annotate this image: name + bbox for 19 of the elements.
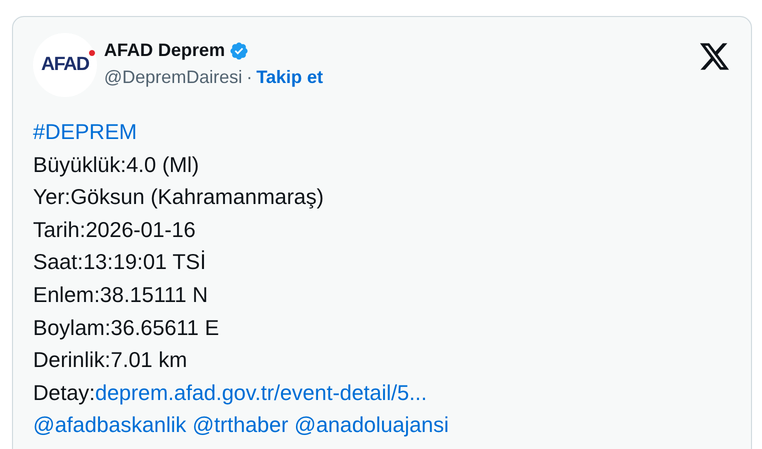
- tweet-text: Büyüklük:4.0 (Ml): [33, 152, 200, 177]
- separator: ·: [246, 67, 252, 88]
- x-logo-icon[interactable]: [700, 43, 729, 70]
- link[interactable]: @afadbaskanlik: [33, 413, 186, 438]
- tweet-text: Boylam:36.65611 E: [33, 316, 220, 340]
- tweet-text: Enlem:38.15111 N: [33, 282, 208, 307]
- tweet-text: Saat:13:19:01 TSİ: [33, 250, 206, 274]
- tweet-text: Tarih:2026-01-16: [33, 218, 196, 242]
- tweet-text: Derinlik:7.01 km: [33, 348, 188, 372]
- account-name[interactable]: AFAD Deprem: [104, 40, 226, 61]
- link[interactable]: deprem.afad.gov.tr/event-detail/5...: [95, 380, 427, 405]
- link[interactable]: @trthaber: [192, 413, 288, 438]
- link[interactable]: @anadoluajansi: [294, 413, 449, 438]
- tweet-text: Yer:Göksun (Kahramanmaraş): [33, 185, 324, 210]
- link[interactable]: #DEPREM: [33, 120, 137, 144]
- avatar[interactable]: AFAD: [33, 33, 97, 97]
- account-handle[interactable]: @DepremDairesi: [104, 67, 242, 88]
- tweet-text: Detay:: [33, 380, 96, 405]
- follow-link[interactable]: Takip et: [256, 67, 323, 88]
